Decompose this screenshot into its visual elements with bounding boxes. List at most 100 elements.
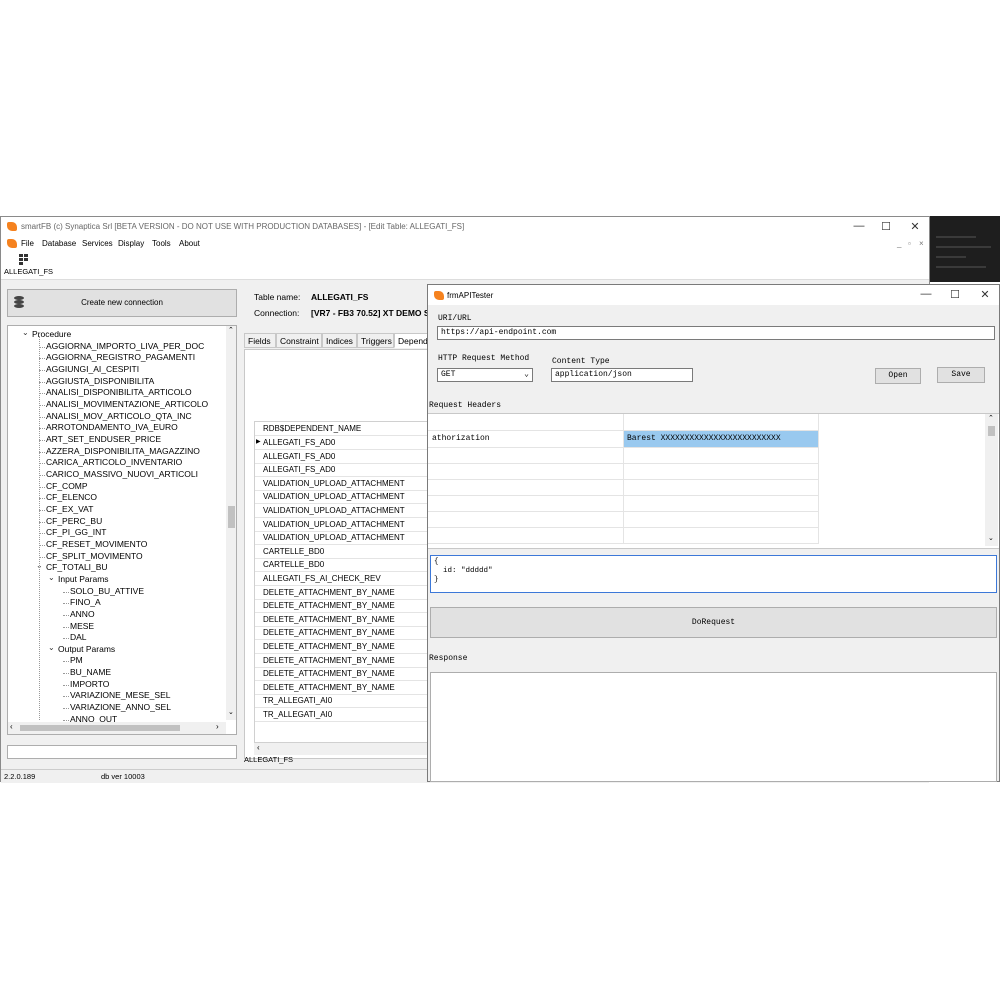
- table-row[interactable]: DELETE_ATTACHMENT_BY_NAME: [255, 681, 429, 695]
- table-row[interactable]: CARTELLE_BD0: [255, 558, 429, 573]
- tree-node[interactable]: FINO_A: [70, 597, 101, 607]
- tree-node[interactable]: MESE: [70, 621, 94, 631]
- tree-node[interactable]: CF_COMP: [46, 481, 88, 491]
- tree-node[interactable]: CF_EX_VAT: [46, 504, 93, 514]
- table-row[interactable]: ALLEGATI_FS_AI_CHECK_REV: [255, 572, 429, 586]
- api-close-icon[interactable]: ✕: [977, 288, 993, 301]
- tree-hscroll-thumb[interactable]: [20, 725, 180, 731]
- grid-header[interactable]: RDB$DEPENDENT_NAME: [255, 422, 429, 436]
- table-row[interactable]: ALLEGATI_FS_AD0: [255, 463, 429, 478]
- menu-services[interactable]: Services: [82, 239, 113, 248]
- chevron-down-icon[interactable]: ⌄: [48, 643, 55, 652]
- create-connection-button[interactable]: Create new connection: [7, 289, 237, 317]
- tree-filter-input[interactable]: [7, 745, 237, 759]
- table-row[interactable]: VALIDATION_UPLOAD_ATTACHMENT: [255, 531, 429, 546]
- table-row[interactable]: VALIDATION_UPLOAD_ATTACHMENT: [255, 490, 429, 505]
- mdi-minimize-icon[interactable]: _: [897, 239, 901, 248]
- header-key-cell[interactable]: athorization: [432, 434, 490, 443]
- response-output[interactable]: [430, 672, 997, 782]
- table-row[interactable]: VALIDATION_UPLOAD_ATTACHMENT: [255, 477, 429, 491]
- tree-node[interactable]: CF_ELENCO: [46, 492, 97, 502]
- tree-node[interactable]: IMPORTO: [70, 679, 109, 689]
- tree-node[interactable]: BU_NAME: [70, 667, 111, 677]
- mdi-close-icon[interactable]: ×: [919, 239, 924, 248]
- tree-node[interactable]: CARICA_ARTICOLO_INVENTARIO: [46, 457, 182, 467]
- tree-node[interactable]: Input Params: [58, 574, 109, 584]
- tree-vertical-scrollbar[interactable]: ⌃ ⌄: [226, 326, 236, 720]
- headers-scroll-thumb[interactable]: [988, 426, 995, 436]
- table-row[interactable]: ▶ ALLEGATI_FS_AD0: [255, 436, 429, 450]
- table-row[interactable]: DELETE_ATTACHMENT_BY_NAME: [255, 667, 429, 682]
- table-row[interactable]: TR_ALLEGATI_AI0: [255, 694, 429, 709]
- request-body-editor[interactable]: { id: "ddddd" }: [430, 555, 997, 593]
- table-icon[interactable]: [19, 254, 28, 265]
- close-icon[interactable]: ✕: [907, 220, 923, 233]
- tree-node[interactable]: SOLO_BU_ATTIVE: [70, 586, 144, 596]
- grid-scroll-left-icon[interactable]: ‹: [257, 743, 260, 752]
- save-button[interactable]: Save: [937, 367, 985, 383]
- headers-scroll-down-icon[interactable]: ⌄: [988, 534, 994, 542]
- table-row[interactable]: ALLEGATI_FS_AD0: [255, 450, 429, 464]
- tree-node[interactable]: PM: [70, 655, 83, 665]
- database-tree[interactable]: ⌄ Procedure AGGIORNA_IMPORTO_LIVA_PER_DOC A…: [7, 325, 237, 735]
- open-button[interactable]: Open: [875, 368, 921, 384]
- table-row[interactable]: DELETE_ATTACHMENT_BY_NAME: [255, 640, 429, 654]
- tab-triggers[interactable]: Triggers: [357, 333, 394, 348]
- menu-about[interactable]: About: [179, 239, 200, 248]
- menu-file[interactable]: File: [21, 239, 34, 248]
- tree-horizontal-scrollbar[interactable]: ‹ ›: [8, 722, 226, 734]
- scroll-up-icon[interactable]: ⌃: [228, 326, 234, 334]
- grid-horizontal-scrollbar[interactable]: ‹: [254, 743, 430, 755]
- method-select[interactable]: GET ⌄: [437, 368, 533, 382]
- app-menu-icon[interactable]: [7, 239, 17, 248]
- tree-node[interactable]: CF_PERC_BU: [46, 516, 102, 526]
- toolbar-table-label[interactable]: ALLEGATI_FS: [4, 267, 53, 276]
- tree-node[interactable]: AGGIORNA_REGISTRO_PAGAMENTI: [46, 352, 195, 362]
- dependencies-grid[interactable]: RDB$DEPENDENT_NAME ▶ ALLEGATI_FS_AD0 ALLEG…: [254, 421, 430, 743]
- tree-node[interactable]: ANALISI_MOVIMENTAZIONE_ARTICOLO: [46, 399, 208, 409]
- table-row[interactable]: CARTELLE_BD0: [255, 545, 429, 559]
- tree-node[interactable]: ANALISI_DISPONIBILITA_ARTICOLO: [46, 387, 192, 397]
- tree-node[interactable]: CF_RESET_MOVIMENTO: [46, 539, 147, 549]
- maximize-icon[interactable]: ☐: [878, 220, 894, 233]
- headers-scroll-up-icon[interactable]: ⌃: [988, 414, 994, 422]
- api-maximize-icon[interactable]: ☐: [947, 288, 963, 301]
- table-row[interactable]: DELETE_ATTACHMENT_BY_NAME: [255, 599, 429, 614]
- minimize-icon[interactable]: —: [851, 220, 867, 232]
- url-input[interactable]: https://api-endpoint.com: [437, 326, 995, 340]
- tree-node[interactable]: ARROTONDAMENTO_IVA_EURO: [46, 422, 178, 432]
- scroll-down-icon[interactable]: ⌄: [228, 708, 234, 716]
- tree-node[interactable]: AGGIUNGI_AI_CESPITI: [46, 364, 139, 374]
- scroll-left-icon[interactable]: ‹: [10, 722, 13, 731]
- table-row[interactable]: VALIDATION_UPLOAD_ATTACHMENT: [255, 504, 429, 518]
- table-row[interactable]: DELETE_ATTACHMENT_BY_NAME: [255, 626, 429, 641]
- chevron-down-icon[interactable]: ⌄: [22, 328, 29, 337]
- tree-node[interactable]: CF_TOTALI_BU: [46, 562, 108, 572]
- mdi-restore-icon[interactable]: ▫: [908, 239, 911, 248]
- request-headers-grid[interactable]: athorization Barest XXXXXXXXXXXXXXXXXXXX…: [428, 413, 999, 549]
- tree-node[interactable]: CARICO_MASSIVO_NUOVI_ARTICOLI: [46, 469, 198, 479]
- menu-tools[interactable]: Tools: [152, 239, 171, 248]
- content-type-input[interactable]: application/json: [551, 368, 693, 382]
- tab-indices[interactable]: Indices: [322, 333, 357, 348]
- tree-node[interactable]: DAL: [70, 632, 87, 642]
- scroll-right-icon[interactable]: ›: [216, 722, 219, 731]
- tab-fields[interactable]: Fields: [244, 333, 276, 348]
- table-row[interactable]: DELETE_ATTACHMENT_BY_NAME: [255, 613, 429, 627]
- tree-node[interactable]: AZZERA_DISPONIBILITA_MAGAZZINO: [46, 446, 200, 456]
- tree-node[interactable]: AGGIORNA_IMPORTO_LIVA_PER_DOC: [46, 341, 204, 351]
- tree-node[interactable]: VARIAZIONE_ANNO_SEL: [70, 702, 171, 712]
- tree-node[interactable]: AGGIUSTA_DISPONIBILITA: [46, 376, 154, 386]
- table-row[interactable]: DELETE_ATTACHMENT_BY_NAME: [255, 654, 429, 668]
- chevron-down-icon[interactable]: ⌄: [48, 573, 55, 582]
- tree-node[interactable]: VARIAZIONE_MESE_SEL: [70, 690, 170, 700]
- tree-node[interactable]: ANALISI_MOV_ARTICOLO_QTA_INC: [46, 411, 192, 421]
- api-minimize-icon[interactable]: —: [918, 288, 934, 300]
- tree-node[interactable]: Output Params: [58, 644, 115, 654]
- tab-dependencies[interactable]: Depend: [394, 333, 430, 348]
- table-row[interactable]: TR_ALLEGATI_AI0: [255, 708, 429, 722]
- tab-constraint[interactable]: Constraint: [276, 333, 322, 348]
- do-request-button[interactable]: DoRequest: [430, 607, 997, 638]
- tree-scroll-thumb[interactable]: [228, 506, 235, 528]
- table-row[interactable]: DELETE_ATTACHMENT_BY_NAME: [255, 586, 429, 600]
